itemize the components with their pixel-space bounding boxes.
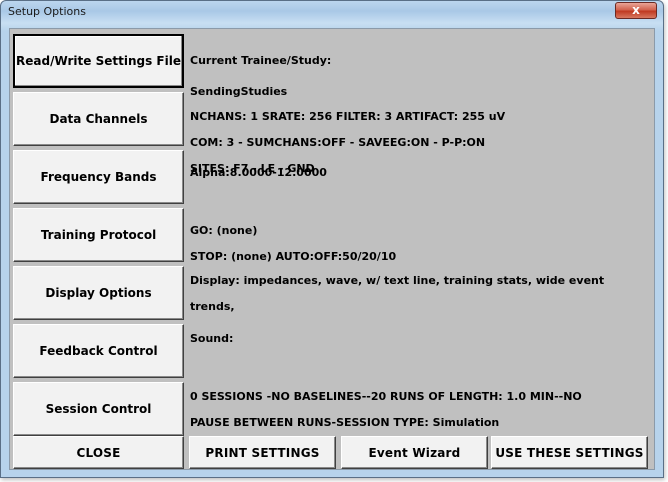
session-control-button[interactable]: Session Control (13, 382, 184, 436)
client-area: Read/Write Settings File Current Trainee… (9, 28, 655, 470)
title-bar[interactable]: Setup Options x (1, 1, 663, 23)
read-write-settings-file-button[interactable]: Read/Write Settings File (13, 34, 184, 88)
event-wizard-button[interactable]: Event Wizard (341, 436, 488, 469)
info-line: 0 SESSIONS -NO BASELINES--20 RUNS OF LEN… (190, 390, 582, 403)
info-line: GO: (none) (190, 224, 258, 237)
frequency-bands-info: Alpha:8.0000-12.0000 (190, 153, 650, 192)
feedback-control-info: Sound: (190, 319, 650, 358)
close-icon: x (632, 3, 640, 17)
frequency-bands-label: Frequency Bands (40, 170, 157, 184)
display-options-info: Display: impedances, wave, w/ text line,… (190, 261, 650, 326)
data-channels-label: Data Channels (49, 112, 148, 126)
info-line: Display: impedances, wave, w/ text line,… (190, 274, 605, 287)
print-settings-label: PRINT SETTINGS (205, 445, 320, 460)
training-protocol-label: Training Protocol (40, 228, 157, 242)
session-control-label: Session Control (45, 402, 152, 416)
setup-options-window: Setup Options x Read/Write Settings File… (0, 0, 664, 478)
info-line: Alpha:8.0000-12.0000 (190, 166, 327, 179)
feedback-control-label: Feedback Control (39, 344, 158, 358)
info-line: NCHANS: 1 SRATE: 256 FILTER: 3 ARTIFACT:… (190, 110, 506, 123)
feedback-control-button[interactable]: Feedback Control (13, 324, 184, 378)
info-line: Current Trainee/Study: (190, 54, 332, 67)
use-these-settings-button[interactable]: USE THESE SETTINGS (491, 436, 648, 469)
print-settings-button[interactable]: PRINT SETTINGS (189, 436, 336, 469)
display-options-label: Display Options (45, 286, 152, 300)
session-control-info: 0 SESSIONS -NO BASELINES--20 RUNS OF LEN… (190, 377, 650, 442)
display-options-button[interactable]: Display Options (13, 266, 184, 320)
info-line: PAUSE BETWEEN RUNS-SESSION TYPE: Simulat… (190, 416, 500, 429)
read-write-settings-file-label: Read/Write Settings File (16, 54, 181, 68)
info-line: trends, (190, 300, 235, 313)
close-button[interactable]: CLOSE (13, 436, 184, 469)
close-button-label: CLOSE (76, 445, 121, 460)
data-channels-button[interactable]: Data Channels (13, 92, 184, 146)
training-protocol-button[interactable]: Training Protocol (13, 208, 184, 262)
use-these-settings-label: USE THESE SETTINGS (495, 445, 644, 460)
info-line: COM: 3 - SUMCHANS:OFF - SAVEEG:ON - P-P:… (190, 136, 486, 149)
info-line: Sound: (190, 332, 234, 345)
window-close-button[interactable]: x (615, 2, 657, 19)
frequency-bands-button[interactable]: Frequency Bands (13, 150, 184, 204)
event-wizard-label: Event Wizard (368, 445, 461, 460)
window-title: Setup Options (8, 5, 86, 18)
